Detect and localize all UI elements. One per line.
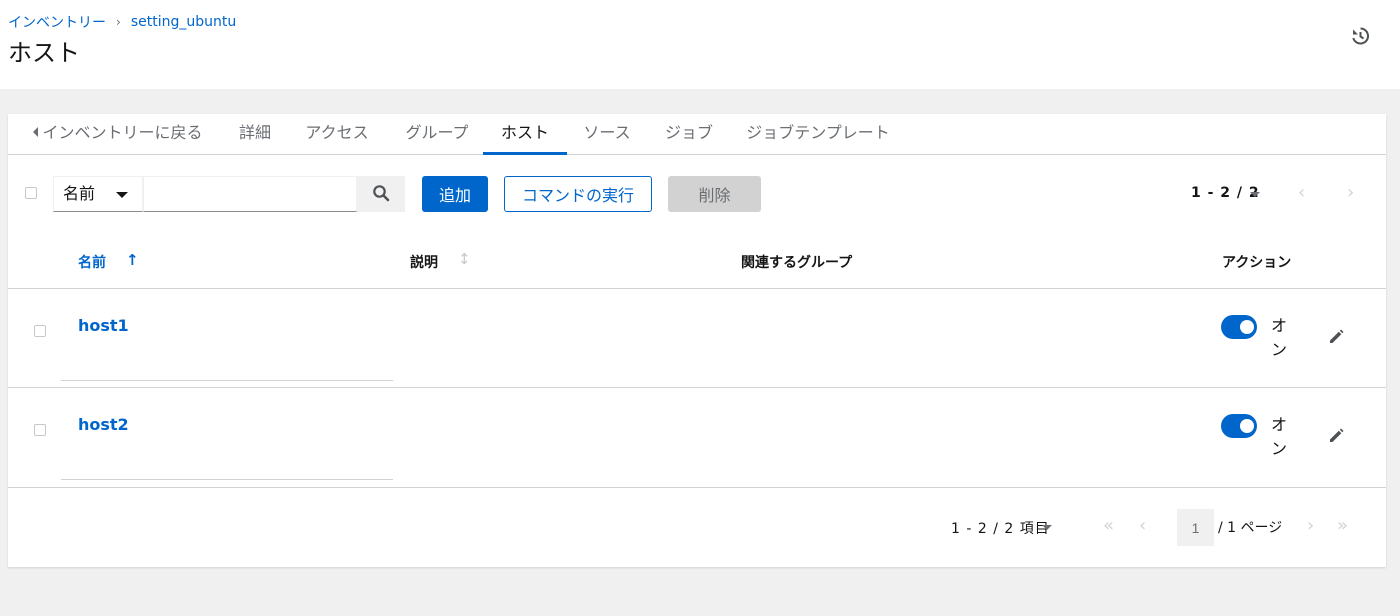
tab-label: グループ (405, 123, 469, 142)
breadcrumb-separator: › (116, 15, 121, 29)
toggle-label: オン (1270, 316, 1287, 359)
tab-details[interactable]: 詳細 (231, 114, 279, 155)
toggle-label: オン (1270, 415, 1287, 458)
double-chevron-right-icon[interactable]: » (1337, 517, 1348, 535)
table-header-divider (8, 288, 1386, 289)
tab-label: ジョブ (664, 123, 713, 142)
host-name-link[interactable]: host2 (78, 415, 129, 434)
per-page-toggle-icon[interactable] (1250, 192, 1260, 197)
chevron-left-icon[interactable]: ‹ (1298, 184, 1305, 202)
breadcrumb-inventory-link[interactable]: インベントリー (8, 12, 106, 32)
tab-label: ジョブテンプレート (746, 123, 890, 142)
chevron-left-icon[interactable]: ‹ (1139, 517, 1146, 535)
breadcrumb-current-link[interactable]: setting_ubuntu (131, 14, 236, 30)
delete-button[interactable]: 削除 (668, 176, 761, 212)
double-chevron-left-icon[interactable]: « (1103, 517, 1114, 535)
tab-sources[interactable]: ソース (577, 114, 637, 155)
page-title: ホスト (8, 39, 80, 67)
tab-groups[interactable]: グループ (397, 114, 477, 155)
history-icon[interactable] (1350, 26, 1370, 46)
filter-key-select[interactable]: 名前 (53, 176, 143, 212)
tab-access[interactable]: アクセス (297, 114, 377, 155)
chevron-down-icon (116, 192, 128, 198)
pencil-icon[interactable] (1327, 427, 1345, 445)
row-select-checkbox[interactable] (34, 325, 46, 337)
hosts-card: インベントリーに戻る 詳細 アクセス グループ ホスト ソース ジョブ ジョブテ… (8, 114, 1386, 567)
search-input[interactable] (143, 176, 357, 212)
column-header-related-groups: 関連するグループ (741, 255, 853, 271)
search-icon (373, 184, 390, 201)
caret-left-icon (33, 127, 39, 137)
tab-back-to-inventory[interactable]: インベントリーに戻る (30, 114, 206, 155)
table-bottom-divider (8, 487, 1386, 488)
enabled-toggle[interactable] (1221, 315, 1257, 339)
toggle-knob (1240, 419, 1254, 433)
column-header-actions: アクション (1222, 255, 1292, 271)
chevron-right-icon[interactable]: › (1347, 184, 1354, 202)
run-command-button[interactable]: コマンドの実行 (504, 176, 652, 212)
row-select-checkbox[interactable] (34, 424, 46, 436)
tab-jobs[interactable]: ジョブ (659, 114, 719, 155)
cell-divider (61, 479, 393, 480)
tab-label: 詳細 (238, 123, 271, 142)
select-all-checkbox[interactable] (25, 187, 37, 199)
tab-bar: インベントリーに戻る 詳細 アクセス グループ ホスト ソース ジョブ ジョブテ… (8, 114, 1386, 155)
chevron-right-icon[interactable]: › (1307, 517, 1314, 535)
column-header-name[interactable]: 名前 (78, 252, 106, 272)
add-button[interactable]: 追加 (422, 176, 488, 212)
filter-key-value: 名前 (63, 184, 96, 203)
sort-ascending-icon[interactable]: ↑ (126, 251, 139, 269)
page-header: インベントリー › setting_ubuntu ホスト (0, 0, 1400, 89)
tab-label: インベントリーに戻る (42, 123, 203, 142)
per-page-toggle-icon[interactable] (1042, 525, 1052, 530)
page-count-label: / 1 ページ (1218, 520, 1283, 536)
tab-hosts[interactable]: ホスト (483, 114, 567, 155)
page-number-input[interactable] (1177, 509, 1214, 546)
bottom-pagination-range: 1 - 2 / 2 項目 (951, 521, 1050, 537)
row-divider (8, 387, 1386, 388)
pencil-icon[interactable] (1327, 328, 1345, 346)
breadcrumb: インベントリー › setting_ubuntu (8, 12, 236, 32)
column-header-description[interactable]: 説明 (410, 252, 438, 272)
search-button[interactable] (357, 176, 405, 212)
cell-divider (61, 380, 393, 381)
tab-label: アクセス (305, 123, 369, 142)
host-name-link[interactable]: host1 (78, 316, 129, 335)
tab-job-templates[interactable]: ジョブテンプレート (740, 114, 896, 155)
tab-label: ホスト (500, 123, 549, 142)
enabled-toggle[interactable] (1221, 414, 1257, 438)
tab-label: ソース (583, 123, 631, 142)
toggle-knob (1240, 320, 1254, 334)
sort-both-icon[interactable]: ↕ (458, 250, 471, 268)
